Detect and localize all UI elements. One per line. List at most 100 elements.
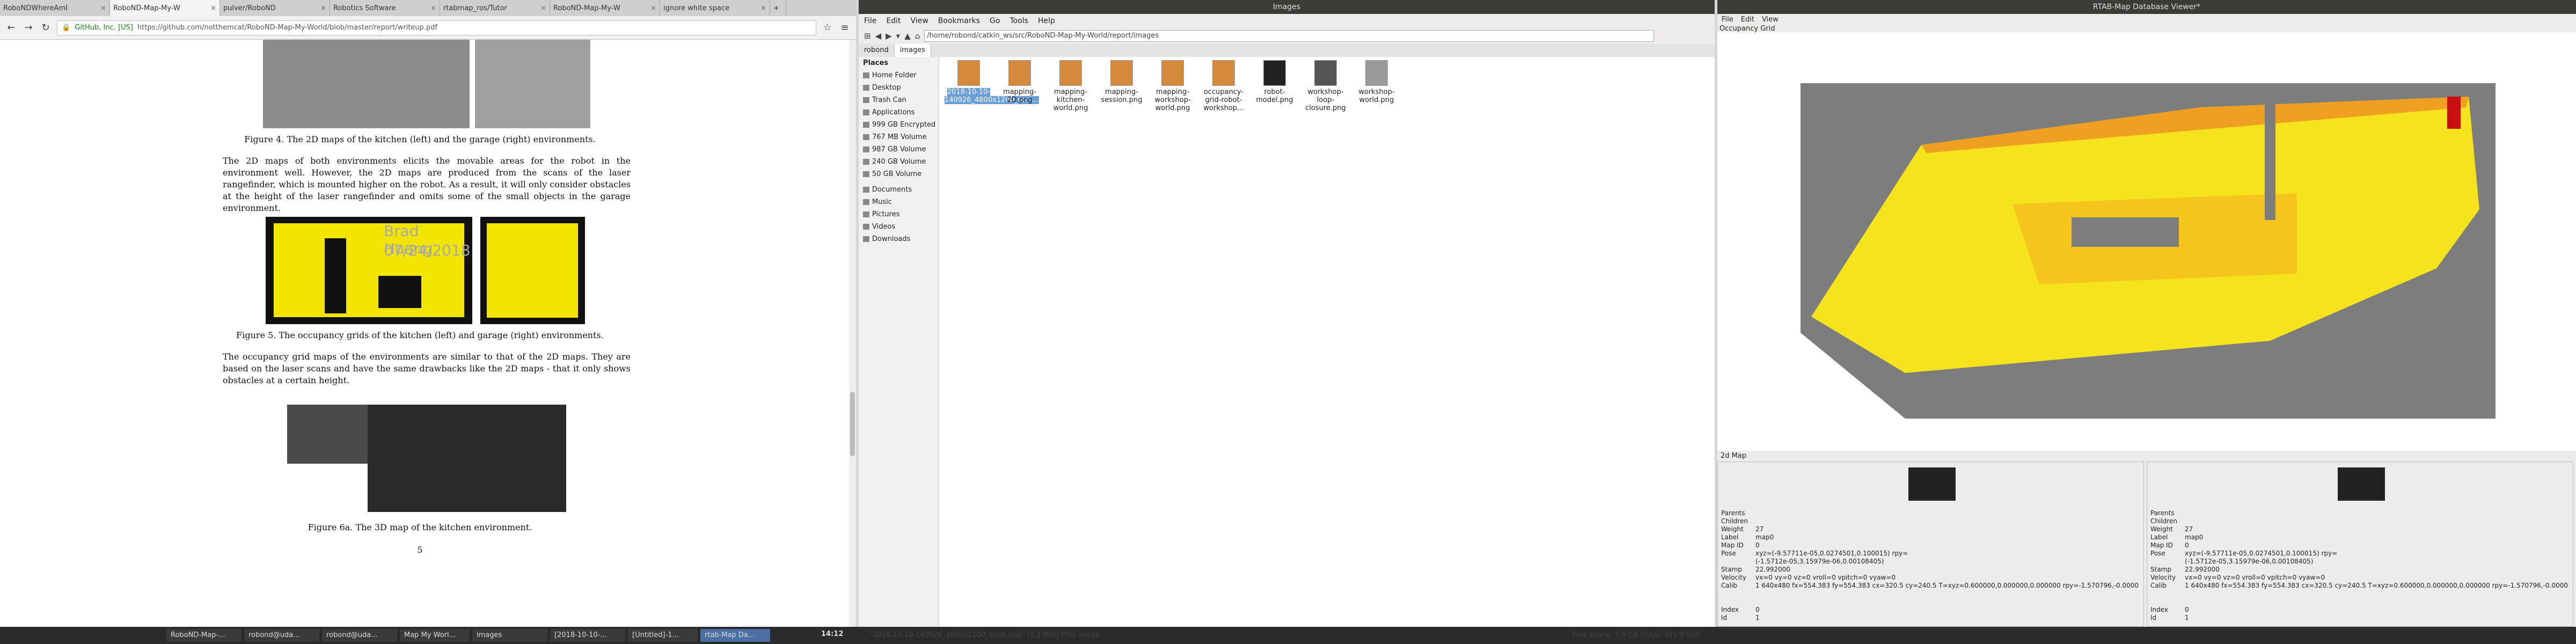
place-item[interactable]: 50 GB Volume [859, 168, 939, 180]
taskbar-item[interactable]: robond@uda... [244, 629, 319, 642]
paragraph-1: The 2D maps of both environments elicits… [223, 156, 631, 213]
menu-tools[interactable]: Tools [1009, 17, 1028, 25]
place-item[interactable]: Downloads [859, 233, 939, 245]
page-number: 5 [417, 545, 423, 555]
fig4-kitchen-image [263, 40, 470, 128]
file-item[interactable]: occupancy-grid-robot-workshop... [1199, 60, 1248, 112]
info-row: Index 0 [2150, 606, 2189, 613]
place-item[interactable]: 767 MB Volume [859, 131, 939, 143]
menu-file[interactable]: File [864, 17, 876, 25]
image-thumbnail [1008, 60, 1031, 86]
place-item[interactable]: 999 GB Encrypted [859, 119, 939, 131]
tab-4[interactable]: rtabmap_ros/Tutor × [440, 0, 550, 16]
drive-icon [863, 122, 869, 128]
file-item[interactable]: robot-model.png [1250, 60, 1299, 104]
fm-free-space: Free space: 7.9 GB (Total: 391.9 GiB) [1572, 631, 1701, 639]
reload-icon[interactable]: ↻ [40, 22, 52, 34]
file-item[interactable]: mapping-session.png [1097, 60, 1146, 104]
menu-edit[interactable]: Edit [886, 17, 901, 25]
url-input[interactable]: 🔒 GitHub, Inc. [US] https://github.com/n… [57, 20, 816, 35]
taskbar-item[interactable]: Map My Worl... [400, 629, 470, 642]
image-thumbnail [1365, 60, 1388, 86]
taskbar-item[interactable]: [Untitled]-1... [628, 629, 698, 642]
obstacle-column [2265, 97, 2275, 220]
place-item[interactable]: 240 GB Volume [859, 156, 939, 168]
history-icon[interactable]: ▾ [896, 31, 901, 41]
folder-icon [863, 211, 869, 217]
pdf-scroll-thumb[interactable] [850, 392, 855, 456]
fig4-caption: Figure 4. The 2D maps of the kitchen (le… [244, 134, 596, 144]
occupancy-grid-view[interactable] [1717, 32, 2576, 451]
taskbar-item[interactable]: [2018-10-10-... [550, 629, 625, 642]
back-icon[interactable]: ◀ [875, 31, 882, 41]
forward-icon[interactable]: ▶ [885, 31, 892, 41]
file-item[interactable]: 2018-10-10-140926_4800x1200_scro... [945, 60, 1039, 104]
place-item[interactable]: Pictures [859, 208, 939, 221]
taskbar-item[interactable]: robond@uda... [322, 629, 397, 642]
menu-go[interactable]: Go [990, 17, 1000, 25]
file-item[interactable]: mapping-workshop-world.png [1148, 60, 1197, 112]
info-row: Weight 27 [2150, 525, 2193, 533]
file-item[interactable]: mapping-kitchen-world.png [1046, 60, 1095, 112]
image-thumbnail [1212, 60, 1235, 86]
close-icon[interactable]: × [210, 4, 216, 12]
file-item[interactable]: workshop-world.png [1352, 60, 1401, 104]
menu-view[interactable]: View [1762, 16, 1779, 24]
place-item[interactable]: Trash Can [859, 94, 939, 106]
menu-icon[interactable]: ≡ [839, 22, 851, 34]
close-icon[interactable]: × [760, 4, 766, 12]
home-icon[interactable]: ⌂ [915, 31, 920, 41]
star-icon[interactable]: ☆ [822, 22, 833, 34]
close-icon[interactable]: × [540, 4, 546, 12]
taskbar-item[interactable]: rtab-Map Da... [700, 629, 770, 642]
obstacle-block [2072, 217, 2179, 247]
tab-6[interactable]: ignore white space × [660, 0, 770, 16]
fm-tab-images[interactable]: images [894, 44, 931, 57]
pdf-scrollbar[interactable] [849, 40, 856, 627]
place-item[interactable]: Videos [859, 221, 939, 233]
folder-icon [863, 85, 869, 91]
lock-icon: 🔒 [62, 24, 71, 32]
place-item[interactable]: Home Folder [859, 69, 939, 82]
place-item[interactable]: Documents [859, 184, 939, 196]
tab-5[interactable]: RoboND-Map-My-W × [550, 0, 660, 16]
new-tab-icon[interactable]: ⊞ [864, 31, 871, 41]
tab-2[interactable]: pulver/RoboND × [220, 0, 330, 16]
file-item[interactable]: mapping-2D.png [996, 60, 1044, 104]
folder-icon [863, 187, 869, 193]
menu-help[interactable]: Help [1038, 17, 1055, 25]
folder-icon [863, 72, 869, 78]
menu-view[interactable]: View [911, 17, 928, 25]
place-item[interactable]: Desktop [859, 82, 939, 94]
fm-menubar: File Edit View Bookmarks Go Tools Help [859, 14, 1715, 28]
drive-icon [863, 159, 869, 165]
close-icon[interactable]: × [430, 4, 436, 12]
occupancy-grid-label: Occupancy Grid [1719, 25, 1775, 33]
info-row: Calib 1 640x480 fx=554.383 fy=554.383 cx=… [1721, 582, 2139, 589]
rt-title: RTAB-Map Database Viewer* [1717, 0, 2576, 14]
place-item[interactable]: Music [859, 196, 939, 208]
menu-edit[interactable]: Edit [1741, 16, 1754, 24]
info-row: Weight 27 [1721, 525, 1764, 533]
menu-file[interactable]: File [1722, 16, 1733, 24]
file-item[interactable]: workshop-loop-closure.png [1301, 60, 1350, 112]
fm-tab-robond[interactable]: robond [859, 44, 895, 57]
taskbar-item[interactable]: RoboND-Map-... [166, 629, 241, 642]
back-icon[interactable]: ← [5, 22, 17, 34]
place-item[interactable]: Applications [859, 106, 939, 119]
path-input[interactable]: /home/robond/catkin_ws/src/RoboND-Map-My… [924, 30, 1655, 42]
close-icon[interactable]: × [100, 4, 106, 12]
place-item[interactable]: 987 GB Volume [859, 143, 939, 156]
tab-1[interactable]: RoboND-Map-My-W × [110, 0, 220, 16]
forward-icon[interactable]: → [23, 22, 34, 34]
new-tab-button[interactable]: + [770, 0, 786, 16]
tab-label: Robotics Software [333, 4, 396, 12]
tab-0[interactable]: RoboNDWhereAmI × [0, 0, 110, 16]
menu-bookmarks[interactable]: Bookmarks [938, 17, 980, 25]
places-header[interactable]: Places [859, 57, 939, 69]
tab-3[interactable]: Robotics Software × [330, 0, 440, 16]
up-icon[interactable]: ▲ [904, 31, 911, 41]
close-icon[interactable]: × [650, 4, 656, 12]
close-icon[interactable]: × [320, 4, 326, 12]
taskbar-item[interactable]: images [472, 629, 547, 642]
